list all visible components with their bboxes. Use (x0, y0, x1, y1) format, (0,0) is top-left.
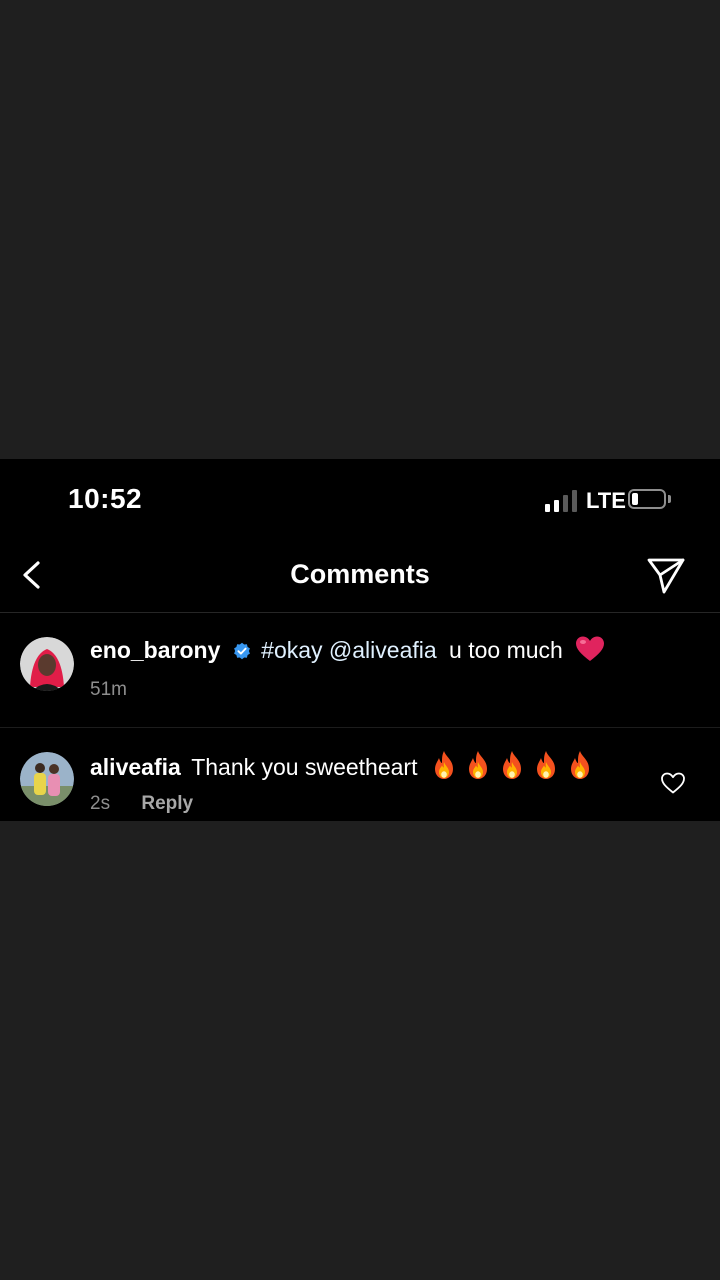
fire-emoji-icon (468, 751, 487, 779)
heart-emoji-icon (576, 636, 605, 661)
signal-bar-4 (572, 490, 577, 512)
comment-meta: 2s Reply (90, 793, 193, 815)
comment-hashtag[interactable]: #okay (261, 637, 322, 663)
phone-screen: 10:52 LTE Comments eno_barony #okay @ali… (0, 459, 720, 821)
battery-tip (668, 495, 671, 503)
verified-badge-icon (233, 642, 250, 660)
fire-emoji-icon (434, 751, 453, 779)
comment-username[interactable]: eno_barony (90, 637, 220, 663)
fire-emoji-group (424, 751, 594, 780)
fire-emoji-icon (570, 751, 589, 779)
avatar[interactable] (20, 637, 74, 691)
like-button[interactable] (660, 771, 686, 795)
signal-bar-1 (545, 504, 550, 512)
comment-time: 2s (90, 793, 111, 814)
comment-time: 51m (90, 679, 127, 700)
avatar-image (20, 752, 74, 806)
comment-meta: 51m (90, 679, 127, 701)
avatar-image (20, 637, 74, 691)
status-bar: 10:52 LTE (0, 459, 720, 539)
status-time: 10:52 (68, 483, 143, 514)
battery-level (632, 493, 638, 505)
fire-emoji-icon (502, 751, 521, 779)
page: 10:52 LTE Comments eno_barony #okay @ali… (0, 0, 720, 1280)
signal-icon (545, 490, 579, 512)
comment-text-line: eno_barony #okay @aliveafia u too much (90, 635, 605, 665)
comment-item: aliveafia Thank you sweetheart 2s Reply (0, 728, 720, 821)
comments-header: Comments (0, 539, 720, 613)
page-title: Comments (290, 559, 430, 589)
reply-button[interactable]: Reply (141, 793, 193, 814)
fire-emoji-icon (536, 751, 555, 779)
avatar[interactable] (20, 752, 74, 806)
signal-bar-2 (554, 500, 559, 512)
share-button[interactable] (644, 555, 688, 595)
network-type: LTE (586, 488, 626, 513)
comment-body: u too much (449, 637, 563, 663)
signal-bar-3 (563, 495, 568, 512)
comment-username[interactable]: aliveafia (90, 754, 181, 780)
paper-plane-icon (647, 558, 685, 594)
comment-mention[interactable]: @aliveafia (329, 637, 437, 663)
comment-body: Thank you sweetheart (191, 754, 418, 780)
comment-item: eno_barony #okay @aliveafia u too much 5… (0, 613, 720, 728)
comment-text-line: aliveafia Thank you sweetheart (90, 750, 594, 782)
battery-icon (628, 489, 666, 509)
heart-outline-icon (661, 772, 685, 794)
